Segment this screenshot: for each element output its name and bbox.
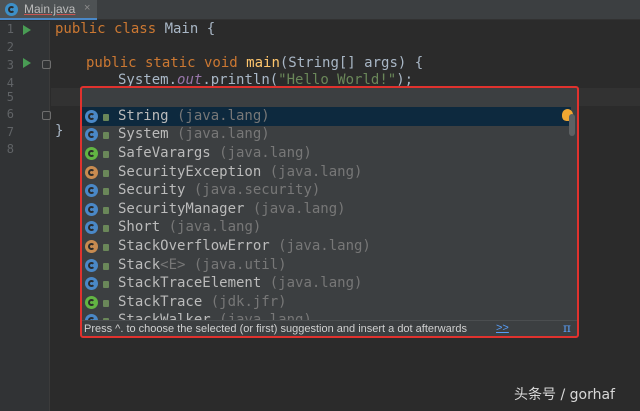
completion-item-name: String: [118, 108, 169, 124]
line-number: 5: [6, 90, 14, 104]
class-icon: [85, 203, 98, 216]
java-class-icon: [5, 3, 18, 16]
completion-item[interactable]: StackTrace (jdk.jfr): [82, 293, 571, 312]
public-access-icon: [103, 300, 109, 307]
public-access-icon: [103, 207, 109, 214]
run-class-icon[interactable]: [23, 25, 31, 35]
completion-item-name: Stack: [118, 257, 161, 273]
line-number: 3: [6, 58, 14, 72]
completion-item-package: (java.lang): [210, 312, 312, 320]
public-access-icon: [103, 151, 109, 158]
line-number: 8: [6, 142, 14, 156]
class-icon: [85, 221, 98, 234]
completion-item-package: (jdk.jfr): [202, 294, 287, 310]
completion-item-package: (java.lang): [261, 275, 363, 291]
keyword: public static void: [86, 55, 247, 71]
footer-hint-text: Press ^. to choose the selected (or firs…: [84, 323, 468, 335]
code-text: Main {: [164, 21, 216, 37]
popup-scrollbar[interactable]: [569, 114, 575, 136]
line-number: 7: [6, 125, 14, 139]
completion-item-name: StackWalker: [118, 312, 211, 320]
editor-tab-bar: Main.java ×: [0, 0, 640, 20]
completion-item-name: SafeVarargs: [118, 145, 211, 161]
public-access-icon: [103, 170, 109, 177]
completion-item-name: StackOverflowError: [118, 238, 270, 254]
code-line-1[interactable]: public class Main {: [55, 20, 215, 38]
completion-item-name: Security: [118, 182, 186, 198]
completion-item-package: (java.lang): [160, 219, 262, 235]
code-completion-popup: String (java.lang) System (java.lang) Sa…: [80, 86, 579, 338]
completion-item[interactable]: String (java.lang): [82, 107, 573, 126]
class-icon: [85, 184, 98, 197]
run-main-icon[interactable]: [23, 58, 31, 68]
completion-item-name: System: [118, 126, 169, 142]
keyword: public class: [55, 21, 165, 37]
public-access-icon: [103, 263, 109, 270]
completion-item-name: StackTrace: [118, 294, 203, 310]
completion-item-package: (java.lang): [210, 145, 312, 161]
completion-item-package: <E> (java.util): [160, 257, 287, 273]
completion-item[interactable]: System (java.lang): [82, 125, 571, 144]
completion-item-package: (java.lang): [168, 108, 270, 124]
pi-icon[interactable]: π: [563, 321, 571, 335]
completion-item-package: (java.security): [185, 182, 321, 198]
completion-item-package: (java.lang): [269, 238, 371, 254]
public-access-icon: [103, 281, 109, 288]
code-text: (String[] args) {: [279, 55, 424, 71]
code-line-3[interactable]: public static void main(String[] args) {: [86, 54, 423, 72]
class-icon: [85, 110, 98, 123]
completion-item[interactable]: StackWalker (java.lang): [82, 311, 571, 320]
public-access-icon: [103, 132, 109, 139]
annotation-icon: [85, 147, 98, 160]
exception-icon: [85, 240, 98, 253]
fold-icon[interactable]: [42, 60, 51, 69]
more-link[interactable]: >>: [496, 322, 509, 334]
completion-item[interactable]: StackOverflowError (java.lang): [82, 237, 571, 256]
completion-item[interactable]: Stack<E> (java.util): [82, 256, 571, 275]
completion-item-name: Short: [118, 219, 161, 235]
line-number: 2: [6, 40, 14, 54]
public-access-icon: [103, 244, 109, 251]
class-icon: [85, 277, 98, 290]
tab-label: Main.java: [24, 2, 76, 16]
completion-item[interactable]: SafeVarargs (java.lang): [82, 144, 571, 163]
method-name: main: [246, 55, 280, 71]
line-number: 4: [6, 76, 14, 90]
line-number: 1: [6, 22, 14, 36]
completion-item[interactable]: StackTraceElement (java.lang): [82, 274, 571, 293]
code-line-7[interactable]: }: [55, 122, 63, 140]
tab-main-java[interactable]: Main.java ×: [0, 0, 97, 20]
completion-item[interactable]: Short (java.lang): [82, 218, 571, 237]
public-access-icon: [103, 114, 109, 121]
close-icon[interactable]: ×: [84, 2, 90, 14]
watermark: 头条号 / gorhaf: [514, 387, 615, 403]
completion-item-package: (java.lang): [244, 201, 346, 217]
completion-item-package: (java.lang): [261, 164, 363, 180]
completion-item[interactable]: Security (java.security): [82, 181, 571, 200]
completion-item-package: (java.lang): [168, 126, 270, 142]
completion-item[interactable]: SecurityManager (java.lang): [82, 200, 571, 219]
popup-footer: Press ^. to choose the selected (or firs…: [82, 320, 577, 336]
completion-item-name: SecurityManager: [118, 201, 245, 217]
completion-item[interactable]: SecurityException (java.lang): [82, 163, 571, 182]
completion-item-name: SecurityException: [118, 164, 262, 180]
public-access-icon: [103, 188, 109, 195]
annotation-icon: [85, 296, 98, 309]
completion-item-name: StackTraceElement: [118, 275, 262, 291]
class-icon: [85, 128, 98, 141]
exception-icon: [85, 166, 98, 179]
line-number: 6: [6, 107, 14, 121]
public-access-icon: [103, 225, 109, 232]
fold-icon[interactable]: [42, 111, 51, 120]
line-gutter: 1 2 3 4 5 6 7 8: [0, 21, 51, 411]
class-icon: [85, 259, 98, 272]
